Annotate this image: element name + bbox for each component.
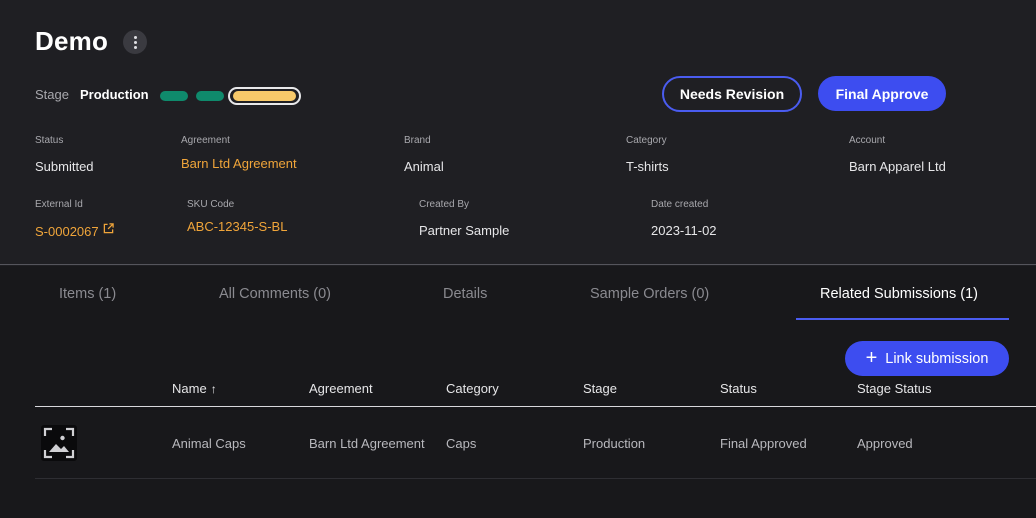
plus-icon: + [865,346,878,369]
tab-details[interactable]: Details [443,286,487,302]
sort-ascending-icon[interactable]: ↑ [211,382,217,396]
category-field-value: T-shirts [626,159,669,174]
external-id-link[interactable]: S-0002067 [35,224,99,239]
status-field-label: Status [35,135,64,146]
cell-stage-status: Approved [857,436,913,451]
active-tab-indicator [796,318,1009,320]
column-header-agreement[interactable]: Agreement [309,381,373,396]
cell-name[interactable]: Animal Caps [172,436,246,451]
link-submission-button[interactable]: + Link submission [845,341,1009,376]
external-link-icon[interactable] [103,223,114,234]
cell-stage: Production [583,436,646,451]
link-submission-label: Link submission [885,350,989,367]
cell-status: Final Approved [720,436,807,451]
stage-label: Stage [35,87,69,102]
created-by-field-label: Created By [419,199,470,210]
date-created-field-label: Date created [651,199,709,210]
final-approve-button[interactable]: Final Approve [818,76,946,111]
stage-step-current [228,87,301,105]
column-header-category[interactable]: Category [446,381,499,396]
image-placeholder-icon [41,425,77,461]
stage-step-completed [160,91,188,101]
account-field-label: Account [849,135,886,146]
tab-items[interactable]: Items (1) [59,286,116,302]
cell-agreement: Barn Ltd Agreement [309,436,425,451]
agreement-link[interactable]: Barn Ltd Agreement [181,156,297,171]
date-created-field-value: 2023-11-02 [651,223,717,238]
submission-header-panel [0,0,1036,265]
sku-code-link[interactable]: ABC-12345-S-BL [187,219,287,234]
sku-code-field-label: SKU Code [187,199,235,210]
column-header-status[interactable]: Status [720,381,757,396]
agreement-field-label: Agreement [181,135,230,146]
cell-category: Caps [446,436,477,451]
stage-value: Production [80,87,149,102]
page-title: Demo [35,26,109,56]
status-field-value: Submitted [35,159,94,174]
created-by-field-value: Partner Sample [419,223,510,238]
column-header-name[interactable]: Name ↑ [172,381,217,396]
needs-revision-button[interactable]: Needs Revision [662,76,802,112]
tab-all-comments[interactable]: All Comments (0) [219,286,331,302]
account-field-value: Barn Apparel Ltd [849,159,946,174]
brand-field-label: Brand [404,135,431,146]
external-id-field[interactable]: S-0002067 [35,223,114,239]
tab-related-submissions[interactable]: Related Submissions (1) [820,286,978,302]
brand-field-value: Animal [404,159,444,174]
more-options-icon[interactable] [123,30,147,54]
stage-step-completed [196,91,224,101]
category-field-label: Category [626,135,667,146]
column-header-stage[interactable]: Stage [583,381,617,396]
external-id-field-label: External Id [35,199,83,210]
tab-sample-orders[interactable]: Sample Orders (0) [590,286,709,302]
column-header-stage-status[interactable]: Stage Status [857,381,931,396]
